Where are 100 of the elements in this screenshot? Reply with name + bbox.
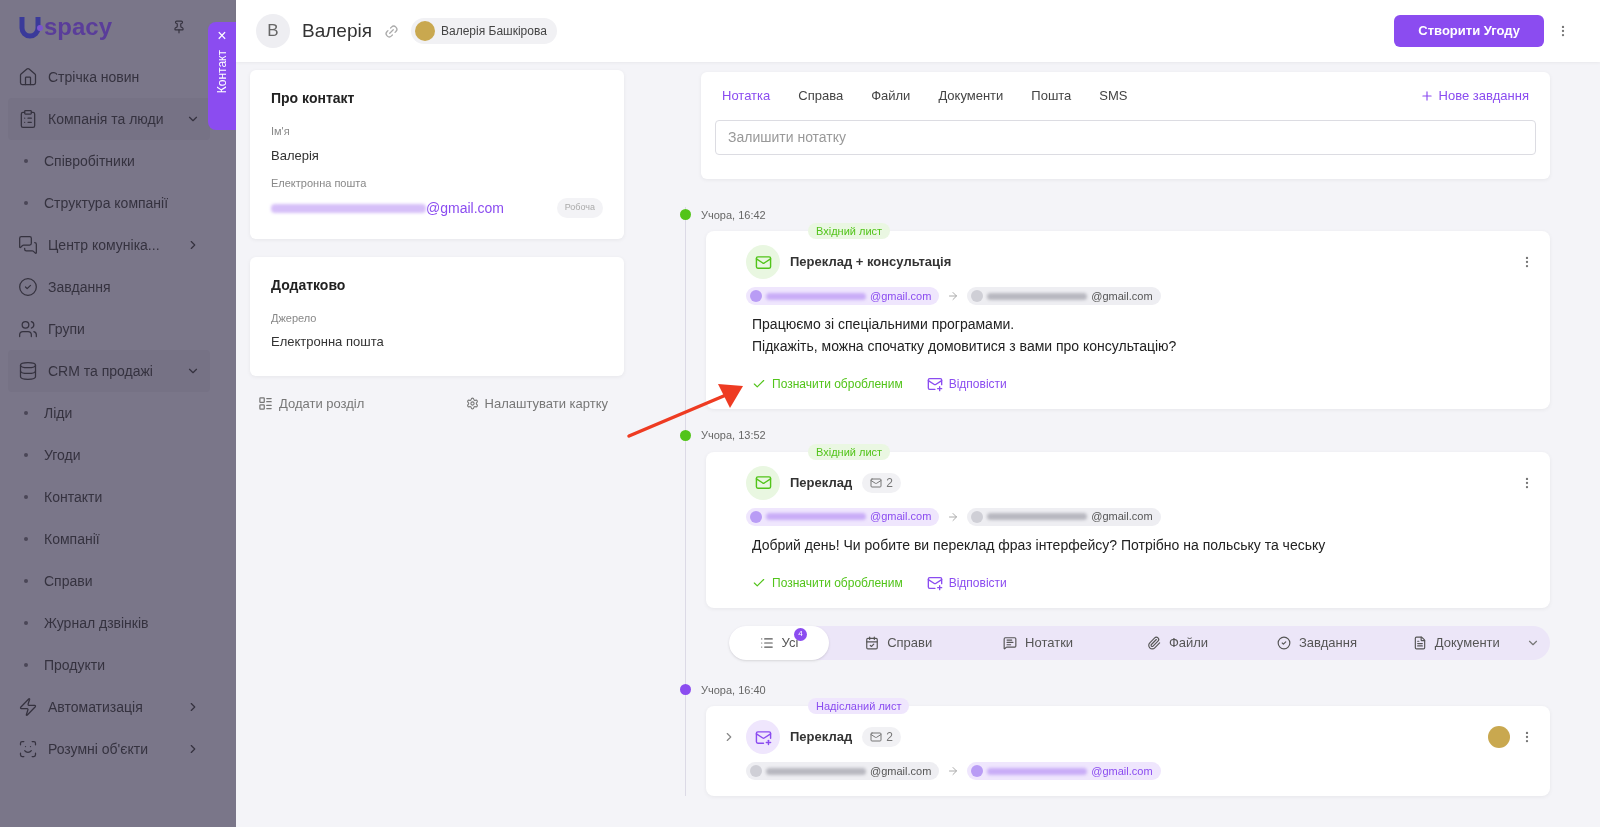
email-chip[interactable]: @gmail.com — [967, 287, 1161, 305]
email-text: Підкажіть, можна спочатку домовитися з вами про консультацію? — [752, 337, 1178, 356]
avatar-icon — [971, 510, 984, 523]
nav-item[interactable]: Центр комуніка... — [18, 224, 200, 266]
message-count: 2 — [862, 472, 901, 493]
arrow-icon — [947, 290, 960, 302]
new-task-button[interactable]: Нове завдання — [1419, 86, 1529, 106]
mail-icon — [746, 245, 780, 279]
email-chip[interactable]: @gmail.com — [746, 507, 940, 526]
nav-subitem[interactable]: Ліди — [18, 392, 200, 434]
event-time: Учора, 13:52 — [701, 428, 766, 443]
nav-icon — [18, 277, 38, 297]
filter-tab[interactable]: Файли — [1107, 625, 1248, 660]
arrow-icon — [947, 510, 960, 523]
nav-subitem[interactable]: Контакти — [18, 476, 200, 518]
filter-tab[interactable]: Завдання — [1247, 625, 1387, 660]
email-link[interactable]: @gmail.com — [426, 197, 504, 219]
owner-chip[interactable]: Валерія Башкірова — [411, 18, 557, 44]
composer-tab[interactable]: SMS — [1099, 86, 1128, 106]
filter-tab[interactable]: Нотатки — [968, 625, 1108, 660]
reply-button[interactable]: Відповісти — [926, 573, 1007, 592]
nav-subitem[interactable]: Компанії — [18, 518, 200, 560]
mark-processed-button[interactable]: Позначити обробленим — [752, 375, 903, 393]
field-value: Електронна пошта — [271, 333, 385, 351]
field-label: Джерело — [271, 310, 318, 326]
mail-icon — [870, 476, 883, 489]
pin-icon[interactable] — [172, 20, 186, 34]
email-address: @gmail.com — [870, 509, 932, 525]
filter-icon — [759, 635, 774, 650]
nav-icon — [18, 319, 38, 339]
email-type-badge: Вхідний лист — [808, 223, 891, 239]
composer-tab[interactable]: Документи — [938, 86, 1004, 106]
email-chip[interactable]: @gmail.com — [967, 762, 1161, 780]
filter-tab[interactable]: Справи — [829, 625, 969, 660]
add-section-button[interactable]: Додати розділ — [258, 393, 365, 413]
close-button[interactable]: × — [217, 28, 227, 44]
email-text: Добрий день! Чи робите ви переклад фраз інтерфейсу? Потрібно на польську та чеську — [752, 535, 1327, 555]
logo: spacy — [18, 14, 113, 40]
mail-icon — [746, 720, 780, 754]
filter-icon — [1412, 635, 1427, 650]
composer-tab[interactable]: Пошта — [1031, 86, 1072, 106]
nav-subitem[interactable]: Продукти — [18, 644, 200, 686]
event-time: Учора, 16:42 — [701, 207, 766, 223]
reply-mail-icon — [926, 376, 943, 392]
email-address: @gmail.com — [870, 763, 932, 779]
side-tab[interactable]: × Контакт — [208, 22, 236, 130]
nav-subitem[interactable]: Співробітники — [18, 140, 200, 182]
filter-tab[interactable]: Документи — [1386, 625, 1527, 660]
nav-icon — [18, 739, 38, 759]
nav-icon — [18, 109, 38, 129]
nav-subitem[interactable]: Справи — [18, 560, 200, 602]
nav-item[interactable]: CRM та продажі — [8, 350, 210, 392]
email-type-tag: Робоча — [556, 198, 603, 218]
avatar-icon — [971, 765, 984, 777]
contact-name: Валерія — [302, 18, 372, 43]
message-count: 2 — [862, 727, 901, 747]
email-address: @gmail.com — [870, 288, 932, 304]
nav-item[interactable]: Групи — [18, 308, 200, 350]
filter-icon — [865, 635, 880, 650]
nav-item[interactable]: Розумні об'єкти — [18, 728, 200, 770]
email-chip[interactable]: @gmail.com — [746, 762, 940, 780]
configure-card-button[interactable]: Налаштувати картку — [465, 393, 608, 413]
nav-icon — [18, 697, 38, 717]
card-title: Про контакт — [271, 89, 356, 108]
reply-mail-icon — [926, 574, 943, 591]
avatar-icon — [750, 510, 762, 523]
note-input[interactable]: Залишити нотатку — [715, 119, 1536, 155]
nav-icon — [18, 235, 38, 255]
create-deal-button[interactable]: Створити Угоду — [1394, 15, 1544, 47]
nav-subitem[interactable]: Структура компанії — [18, 182, 200, 224]
arrow-icon — [947, 765, 960, 777]
avatar-icon — [750, 765, 762, 777]
email-address: @gmail.com — [1091, 288, 1153, 304]
user-avatar — [1488, 726, 1510, 748]
plus-icon — [1419, 88, 1434, 103]
add-section-icon — [258, 395, 273, 411]
nav-item[interactable]: Завдання — [18, 266, 200, 308]
mail-icon — [870, 731, 883, 743]
composer-tab[interactable]: Справа — [798, 86, 844, 106]
card-title: Додатково — [271, 275, 347, 295]
email-type-badge: Вхідний лист — [808, 443, 891, 460]
email-subject: Переклад — [790, 728, 853, 747]
nav-item[interactable]: Автоматизація — [18, 686, 200, 728]
email-address: @gmail.com — [1091, 509, 1153, 525]
reply-button[interactable]: Відповісти — [926, 375, 1007, 393]
field-label: Ім'я — [271, 124, 291, 139]
avatar-icon — [971, 290, 984, 302]
nav-item[interactable]: Компанія та люди — [8, 98, 210, 140]
nav-subitem[interactable]: Угоди — [18, 434, 200, 476]
filter-icon — [1276, 635, 1291, 650]
event-time: Учора, 16:40 — [701, 682, 766, 698]
composer-tab[interactable]: Нотатка — [722, 86, 771, 106]
mark-processed-button[interactable]: Позначити обробленим — [752, 573, 903, 592]
nav-subitem[interactable]: Журнал дзвінків — [18, 602, 200, 644]
email-chip[interactable]: @gmail.com — [746, 287, 940, 305]
nav-item[interactable]: Стрічка новин — [18, 56, 200, 98]
email-chip[interactable]: @gmail.com — [967, 507, 1161, 526]
composer-tab[interactable]: Файли — [871, 86, 911, 106]
email-type-badge: Надісланий лист — [808, 698, 910, 714]
field-label: Електронна пошта — [271, 176, 368, 191]
